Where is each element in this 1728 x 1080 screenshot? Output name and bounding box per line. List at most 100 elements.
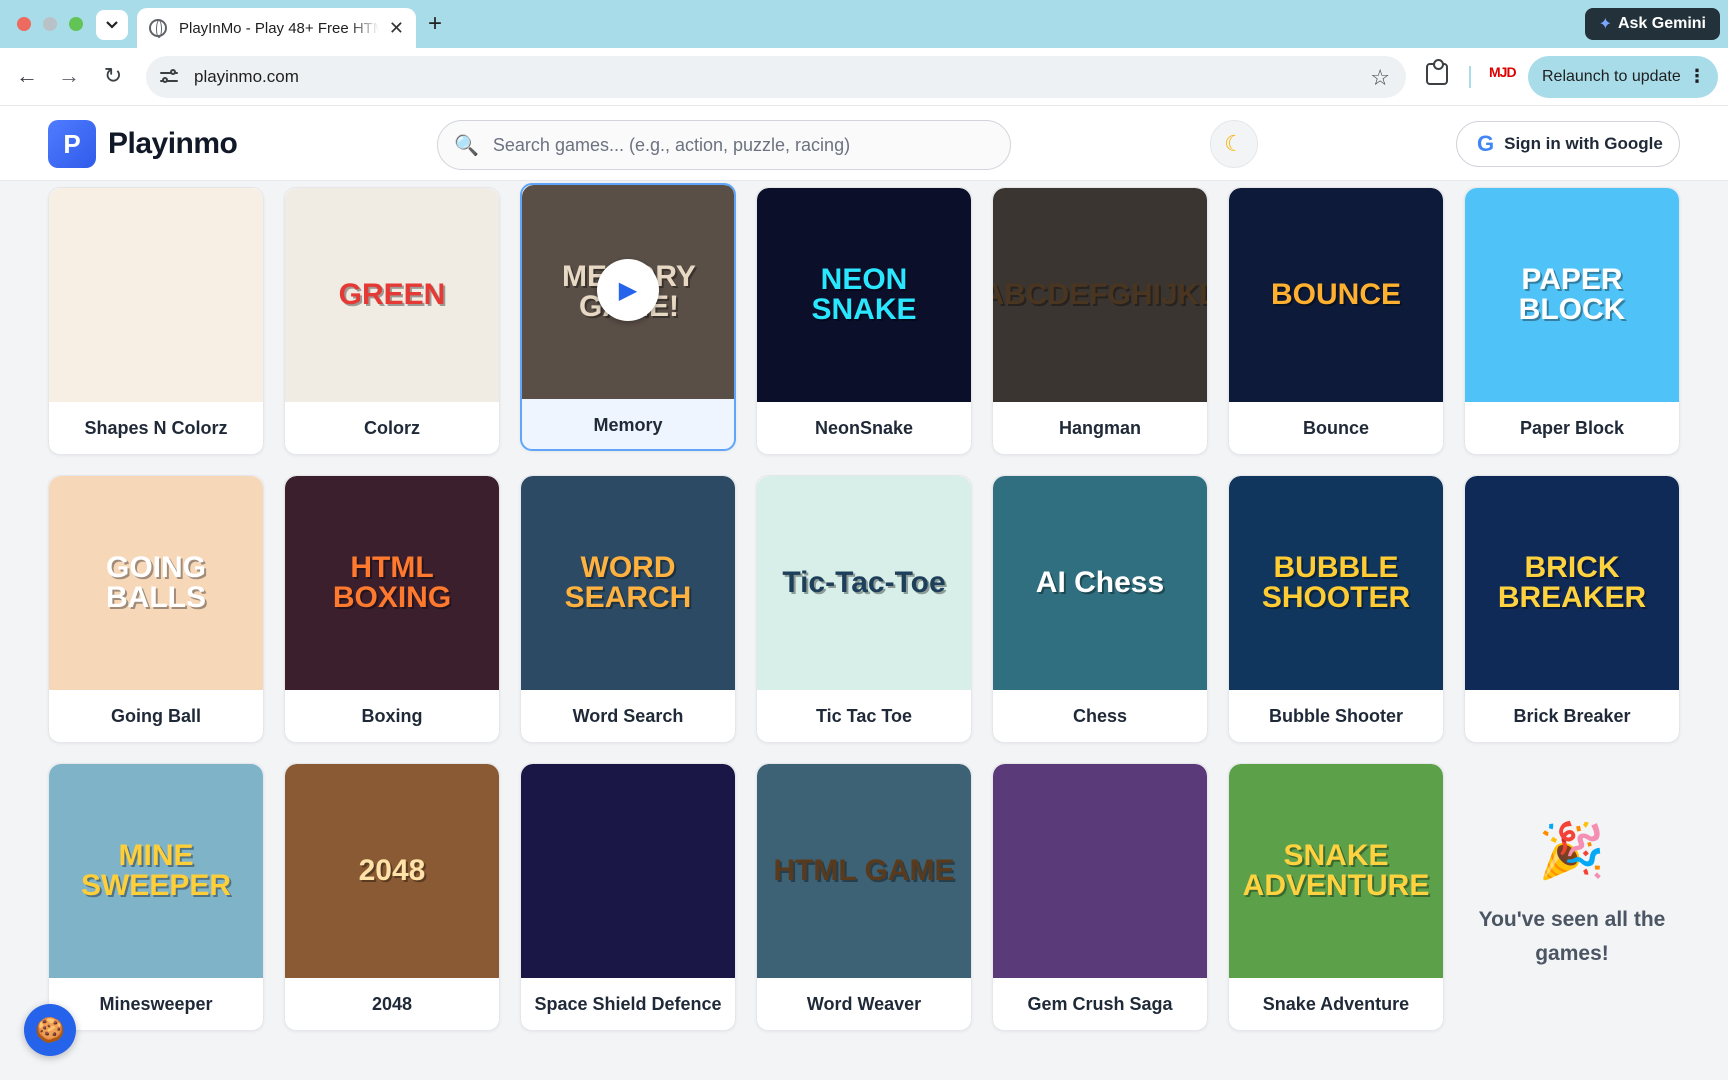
game-title: Colorz — [364, 418, 420, 438]
game-thumbnail[interactable]: ABCDEFGHIJKL — [993, 188, 1207, 402]
dark-mode-toggle[interactable]: ☾ — [1210, 120, 1258, 168]
game-thumbnail[interactable]: BUBBLE SHOOTER — [1229, 476, 1443, 690]
toolbar-divider — [1469, 66, 1471, 88]
game-title: Snake Adventure — [1262, 994, 1410, 1014]
game-thumbnail[interactable]: SNAKE ADVENTURE — [1229, 764, 1443, 978]
new-tab-button[interactable]: + — [428, 10, 442, 38]
game-thumbnail[interactable]: HTML BOXING — [285, 476, 499, 690]
sign-in-google-button[interactable]: G Sign in with Google — [1456, 121, 1680, 167]
game-thumbnail[interactable]: WORD SEARCH — [521, 476, 735, 690]
game-title: Word Search — [572, 706, 684, 726]
cookie-settings-button[interactable]: 🍪 — [24, 1004, 76, 1056]
game-title: Chess — [1072, 706, 1128, 726]
game-title: Bubble Shooter — [1269, 706, 1403, 726]
globe-icon — [149, 19, 167, 38]
game-thumbnail[interactable]: PAPER BLOCK — [1465, 188, 1679, 402]
game-title: Space Shield Defence — [534, 994, 722, 1014]
game-title: Brick Breaker — [1513, 706, 1631, 726]
thumbnail-art-text: AI Chess — [1035, 566, 1165, 599]
gemini-spark-icon: ✦ — [1598, 16, 1612, 33]
logo-mark: P — [48, 120, 96, 168]
game-thumbnail[interactable]: Tic-Tac-Toe — [757, 476, 971, 690]
game-card[interactable]: Tic-Tac-Toe Tic Tac Toe — [756, 475, 972, 743]
game-card[interactable]: BUBBLE SHOOTER Bubble Shooter — [1228, 475, 1444, 743]
game-title: 2048 — [371, 994, 413, 1014]
game-card[interactable]: GREEN Colorz — [284, 187, 500, 455]
game-card[interactable]: SNAKE ADVENTURE Snake Adventure — [1228, 763, 1444, 1031]
end-message-text: You've seen all the games! — [1478, 908, 1666, 965]
game-thumbnail[interactable]: HTML GAME — [757, 764, 971, 978]
game-card[interactable]: 2048 2048 — [284, 763, 500, 1031]
maximize-window-button[interactable] — [69, 17, 83, 31]
thumbnail-art-text: NEON SNAKE — [811, 263, 917, 326]
site-header: P Playinmo 🔍 ☾ G Sign in with Google — [0, 106, 1728, 181]
game-card[interactable]: Space Shield Defence — [520, 763, 736, 1031]
game-card[interactable]: Shapes N Colorz — [48, 187, 264, 455]
game-card[interactable]: WORD SEARCH Word Search — [520, 475, 736, 743]
thumbnail-art-text: BOUNCE — [1270, 278, 1401, 311]
play-icon[interactable]: ▶ — [597, 259, 659, 321]
game-thumbnail[interactable]: 2048 — [285, 764, 499, 978]
browser-tab[interactable]: PlayInMo - Play 48+ Free HTML5 Games ✕ — [137, 8, 416, 48]
game-title: Minesweeper — [99, 994, 213, 1014]
game-title: Boxing — [361, 706, 423, 726]
chevron-down-icon — [106, 21, 118, 29]
game-thumbnail[interactable]: GREEN — [285, 188, 499, 402]
game-card[interactable]: BRICK BREAKER Brick Breaker — [1464, 475, 1680, 743]
site-settings-icon[interactable] — [160, 68, 180, 86]
reload-icon[interactable]: ↻ — [100, 64, 126, 88]
game-card[interactable]: Gem Crush Saga — [992, 763, 1208, 1031]
game-title: Bounce — [1302, 418, 1369, 438]
game-card[interactable]: BOUNCE Bounce — [1228, 187, 1444, 455]
game-card[interactable]: NEON SNAKE NeonSnake — [756, 187, 972, 455]
minimize-window-button[interactable] — [43, 17, 57, 31]
game-thumbnail[interactable]: GOING BALLS — [49, 476, 263, 690]
game-thumbnail[interactable]: MEMORY GAME!▶ — [522, 185, 734, 399]
more-vertical-icon[interactable]: ⋮ — [1688, 66, 1706, 87]
game-card[interactable]: HTML GAME Word Weaver — [756, 763, 972, 1031]
url-text[interactable]: playinmo.com — [194, 67, 299, 87]
game-title: Memory — [593, 415, 663, 435]
game-title: NeonSnake — [814, 418, 914, 438]
site-logo[interactable]: P Playinmo — [48, 120, 238, 168]
thumbnail-art-text: WORD SEARCH — [564, 551, 692, 614]
cookie-icon: 🍪 — [35, 1016, 65, 1044]
profile-avatar[interactable]: MJD — [1489, 64, 1517, 80]
game-title: Tic Tac Toe — [815, 706, 913, 726]
relaunch-to-update-button[interactable]: Relaunch to update ⋮ — [1528, 56, 1718, 98]
back-arrow-icon[interactable]: ← — [14, 64, 40, 88]
thumbnail-art-text: Tic-Tac-Toe — [782, 566, 946, 599]
thumbnail-art-text: HTML BOXING — [332, 551, 452, 614]
thumbnail-art-text: SNAKE ADVENTURE — [1242, 839, 1430, 902]
game-title: Shapes N Colorz — [84, 418, 228, 438]
game-card[interactable]: GOING BALLS Going Ball — [48, 475, 264, 743]
game-card[interactable]: MINE SWEEPER Minesweeper — [48, 763, 264, 1031]
game-thumbnail[interactable]: BRICK BREAKER — [1465, 476, 1679, 690]
bookmark-star-icon[interactable]: ☆ — [1370, 65, 1390, 91]
game-thumbnail[interactable] — [49, 188, 263, 402]
game-thumbnail[interactable]: NEON SNAKE — [757, 188, 971, 402]
moon-icon: ☾ — [1224, 131, 1244, 156]
game-card[interactable]: AI Chess Chess — [992, 475, 1208, 743]
game-card[interactable]: ABCDEFGHIJKL Hangman — [992, 187, 1208, 455]
search-input[interactable] — [492, 134, 973, 156]
close-tab-icon[interactable]: ✕ — [389, 18, 404, 39]
address-bar[interactable]: playinmo.com ☆ — [146, 56, 1406, 98]
forward-arrow-icon[interactable]: → — [56, 64, 82, 88]
game-card[interactable]: PAPER BLOCK Paper Block — [1464, 187, 1680, 455]
game-thumbnail[interactable] — [993, 764, 1207, 978]
sign-in-label: Sign in with Google — [1504, 134, 1663, 153]
game-thumbnail[interactable]: BOUNCE — [1229, 188, 1443, 402]
game-title: Word Weaver — [806, 994, 922, 1014]
game-thumbnail[interactable] — [521, 764, 735, 978]
game-thumbnail[interactable]: MINE SWEEPER — [49, 764, 263, 978]
close-window-button[interactable] — [17, 17, 31, 31]
game-card[interactable]: MEMORY GAME!▶ Memory — [520, 183, 736, 451]
thumbnail-art-text: BUBBLE SHOOTER — [1261, 551, 1411, 614]
extensions-puzzle-icon[interactable] — [1426, 59, 1448, 85]
game-thumbnail[interactable]: AI Chess — [993, 476, 1207, 690]
tab-search-button[interactable] — [96, 10, 128, 40]
search-bar[interactable]: 🔍 — [437, 120, 1011, 170]
game-card[interactable]: HTML BOXING Boxing — [284, 475, 500, 743]
ask-gemini-button[interactable]: ✦ Ask Gemini — [1584, 8, 1720, 40]
